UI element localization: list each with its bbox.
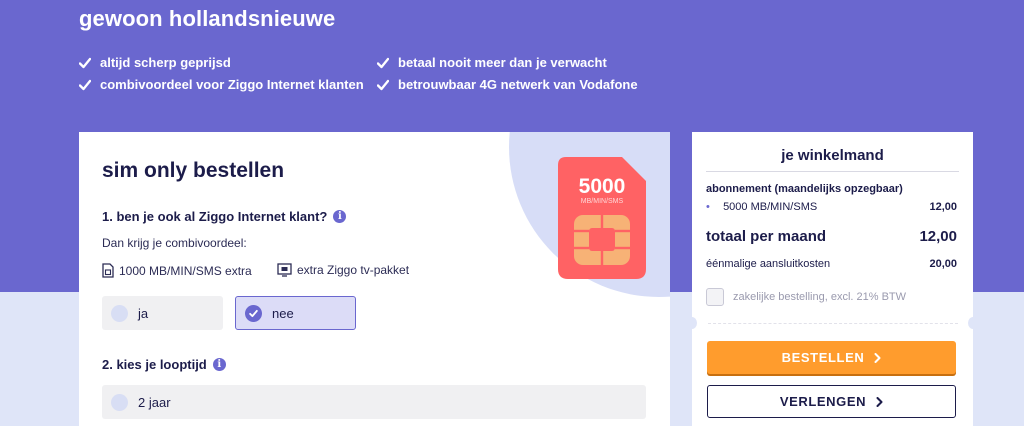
usp-item: altijd scherp geprijsd [79,55,231,70]
line-item-label-wrap: • 5000 MB/MIN/SMS [706,201,817,213]
sim-amount: 5000 [579,175,626,198]
usp-text: altijd scherp geprijsd [100,55,231,70]
order-button-label: BESTELLEN [781,350,865,365]
perk-tv: extra Ziggo tv-pakket [277,263,409,277]
perk-data: 1000 MB/MIN/SMS extra [102,263,252,278]
question-duration: 2. kies je looptijd i [102,357,226,372]
perk-text: 1000 MB/MIN/SMS extra [119,263,252,278]
usp-item: betrouwbaar 4G netwerk van Vodafone [377,77,638,92]
usp-item: betaal nooit meer dan je verwacht [377,55,607,70]
cart-line-item: • 5000 MB/MIN/SMS 12,00 [706,201,957,213]
line-item-label: 5000 MB/MIN/SMS [723,201,818,213]
cart-onetime: éénmalige aansluitkosten 20,00 [706,258,957,270]
perk-text: extra Ziggo tv-pakket [297,263,410,277]
dashed-divider [708,323,958,324]
answer-label: ja [138,305,149,321]
radio-indicator [111,393,128,411]
onetime-price: 20,00 [929,258,957,270]
renew-button-label: VERLENGEN [779,394,867,409]
business-checkbox-label: zakelijke bestelling, excl. 21% BTW [733,291,907,303]
sim-card-icon [102,263,114,278]
question-ziggo: 1. ben je ook al Ziggo Internet klant? i [102,209,347,224]
onetime-label: éénmalige aansluitkosten [706,258,831,270]
cart-title: je winkelmand [781,147,884,164]
duration-option-2-jaar[interactable]: 2 jaar [102,385,646,419]
option-label: 2 jaar [138,394,171,410]
renew-button[interactable]: VERLENGEN [707,385,956,418]
total-price: 12,00 [919,228,957,245]
chevron-right-icon [874,352,881,363]
hero-title: gewoon hollandsnieuwe [79,6,336,31]
business-order-option: zakelijke bestelling, excl. 21% BTW [706,288,906,306]
chevron-right-icon [876,396,883,407]
question-label: 2. kies je looptijd [102,357,207,372]
usp-text: combivoordeel voor Ziggo Internet klante… [100,77,364,92]
answer-ja[interactable]: ja [102,296,223,330]
ticket-notch-right [968,317,978,329]
checkmark-icon [377,79,389,90]
order-title: sim only bestellen [102,159,285,182]
checkmark-icon [79,57,91,68]
checkmark-icon [79,79,91,90]
divider [706,171,959,172]
line-item-price: 12,00 [929,201,957,213]
info-icon[interactable]: i [212,358,226,371]
sim-unit: MB/MIN/SMS [581,198,624,205]
answer-nee[interactable]: nee [235,296,356,330]
bullet: • [706,201,710,213]
shopping-cart: je winkelmand abonnement (maandelijks op… [687,132,978,426]
order-button[interactable]: BESTELLEN [707,341,956,374]
usp-text: betrouwbaar 4G netwerk van Vodafone [398,77,638,92]
cart-total: totaal per maand 12,00 [706,228,957,245]
business-checkbox[interactable] [706,288,724,306]
radio-indicator [111,304,128,322]
checkmark-icon [377,57,389,68]
ticket-notch-left [687,317,697,329]
total-label: totaal per maand [706,228,827,245]
subscription-header: abonnement (maandelijks opzegbaar) [706,183,957,195]
question-label: 1. ben je ook al Ziggo Internet klant? [102,209,328,224]
checkmark-icon [245,304,262,322]
sim-card-illustration: 5000 MB/MIN/SMS [558,157,646,279]
usp-text: betaal nooit meer dan je verwacht [398,55,607,70]
tv-icon [277,263,292,277]
order-card: sim only bestellen 1. ben je ook al Zigg… [79,132,670,426]
subscription-header-label: abonnement (maandelijks opzegbaar) [706,183,903,195]
info-icon[interactable]: i [333,210,347,223]
answer-label: nee [272,305,294,321]
combi-intro: Dan krijg je combivoordeel: [102,236,247,250]
usp-item: combivoordeel voor Ziggo Internet klante… [79,77,364,92]
